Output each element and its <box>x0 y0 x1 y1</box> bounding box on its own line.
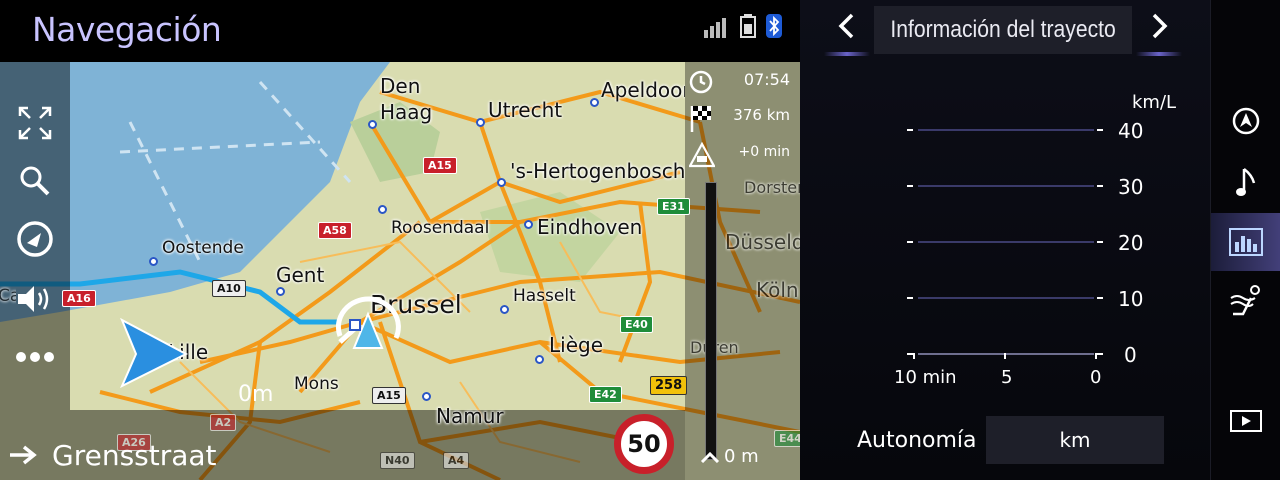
navigation-icon <box>1232 107 1260 135</box>
city-marker <box>378 205 387 214</box>
city-label: Roosendaal <box>391 218 490 238</box>
navigation-pane: Den Haag Utrecht Apeldoorn 's-Hertogenbo… <box>0 0 800 480</box>
city-label: Haag <box>380 100 433 124</box>
destination-flag-icon <box>690 106 711 132</box>
road-shield: A2 <box>210 414 237 431</box>
road-shield: A16 <box>62 290 96 307</box>
climate-seat-icon <box>1230 285 1260 316</box>
road-shield: A4 <box>443 452 470 469</box>
city-marker <box>535 355 544 364</box>
progress-distance-value: 0 m <box>724 446 759 467</box>
road-shield: N40 <box>380 452 415 469</box>
mode-music-button[interactable] <box>1211 154 1280 212</box>
city-marker <box>368 120 377 129</box>
route-menu-button[interactable] <box>6 214 64 264</box>
fullscreen-button[interactable] <box>6 98 64 148</box>
city-label: Hasselt <box>513 286 576 306</box>
clock-icon <box>689 70 713 94</box>
car-position-marker <box>335 296 401 349</box>
media-icon <box>1230 410 1262 432</box>
expand-icon <box>18 106 52 140</box>
city-marker <box>497 178 506 187</box>
traffic-delay-row: +0 min <box>685 138 800 174</box>
route-progress-bar <box>705 182 717 460</box>
mode-trip-info-button[interactable] <box>1211 213 1280 271</box>
page-title: Navegación <box>32 10 222 49</box>
current-street-name: Grensstraat <box>52 438 217 472</box>
next-turn-distance: 0m <box>238 382 274 407</box>
battery-icon <box>740 14 756 38</box>
road-shield: E40 <box>620 316 653 333</box>
road-shield: A15 <box>372 387 406 404</box>
mode-climate-button[interactable] <box>1211 272 1280 330</box>
road-shield: E42 <box>589 386 622 403</box>
x-tick-label: 0 <box>1090 367 1102 388</box>
arrow-right-icon <box>10 445 37 465</box>
city-marker <box>500 305 509 314</box>
traffic-icon <box>689 142 715 168</box>
more-icon <box>16 352 54 362</box>
clock-row: 07:54 <box>685 64 800 100</box>
city-label: Mons <box>294 374 339 394</box>
city-label: Liège <box>549 333 604 357</box>
trip-info-pane: Información del trayecto km/L 40 30 20 1… <box>800 0 1210 480</box>
city-label: Apeldoorn <box>601 78 685 102</box>
y-tick-label: 0 <box>1124 343 1137 367</box>
city-label: Gent <box>276 263 325 287</box>
search-button[interactable] <box>6 156 64 206</box>
volume-icon <box>18 286 49 312</box>
search-icon <box>20 166 50 196</box>
speed-limit-sign: 50 <box>614 414 674 474</box>
route-icon <box>17 221 53 257</box>
signal-icon <box>704 18 726 38</box>
status-icons <box>704 14 782 38</box>
range-value-box: km <box>986 416 1164 464</box>
more-options-button[interactable] <box>6 332 64 382</box>
road-shield: A15 <box>423 157 457 174</box>
range-label: Autonomía <box>857 428 977 453</box>
fuel-consumption-chart <box>907 129 1103 359</box>
city-label: Utrecht <box>488 98 563 122</box>
road-shield: 258 <box>650 376 688 395</box>
bluetooth-icon <box>766 14 782 38</box>
y-tick-label: 10 <box>1118 287 1144 311</box>
range-value: km <box>1059 428 1091 452</box>
nav-header: Navegación <box>0 0 800 62</box>
remaining-distance: 376 km <box>733 106 790 124</box>
x-tick-label: 10 min <box>894 367 957 388</box>
mode-navigation-button[interactable] <box>1211 92 1280 150</box>
volume-button[interactable] <box>6 274 64 324</box>
city-label: Eindhoven <box>537 215 643 239</box>
direction-arrow-icon <box>120 318 189 388</box>
city-marker <box>590 98 599 107</box>
city-marker <box>276 287 285 296</box>
x-tick-label: 5 <box>1001 367 1013 388</box>
y-tick-label: 40 <box>1118 119 1144 143</box>
trip-info-icon <box>1229 228 1263 256</box>
mode-bar <box>1210 0 1280 480</box>
city-marker <box>149 257 158 266</box>
city-label: Namur <box>436 404 504 428</box>
city-label: Oostende <box>162 238 244 258</box>
city-marker <box>422 392 431 401</box>
music-icon <box>1236 168 1256 196</box>
city-marker <box>476 118 485 127</box>
progress-bar-distance: 0 m <box>700 446 759 467</box>
y-tick-label: 30 <box>1118 175 1144 199</box>
chevron-up-icon <box>700 451 720 463</box>
city-marker <box>524 220 533 229</box>
mode-media-button[interactable] <box>1211 392 1280 450</box>
remaining-distance-row: 376 km <box>685 100 800 136</box>
city-label: Den <box>380 74 421 98</box>
trip-info-column: 07:54 376 km +0 min <box>685 62 800 480</box>
y-tick-label: 20 <box>1118 231 1144 255</box>
road-shield: A58 <box>318 222 352 239</box>
current-street-row: Grensstraat <box>0 432 217 478</box>
city-label: 's-Hertogenbosch <box>510 159 685 183</box>
traffic-delay: +0 min <box>738 144 791 160</box>
clock-time: 07:54 <box>743 70 790 89</box>
road-shield: A10 <box>212 280 246 297</box>
